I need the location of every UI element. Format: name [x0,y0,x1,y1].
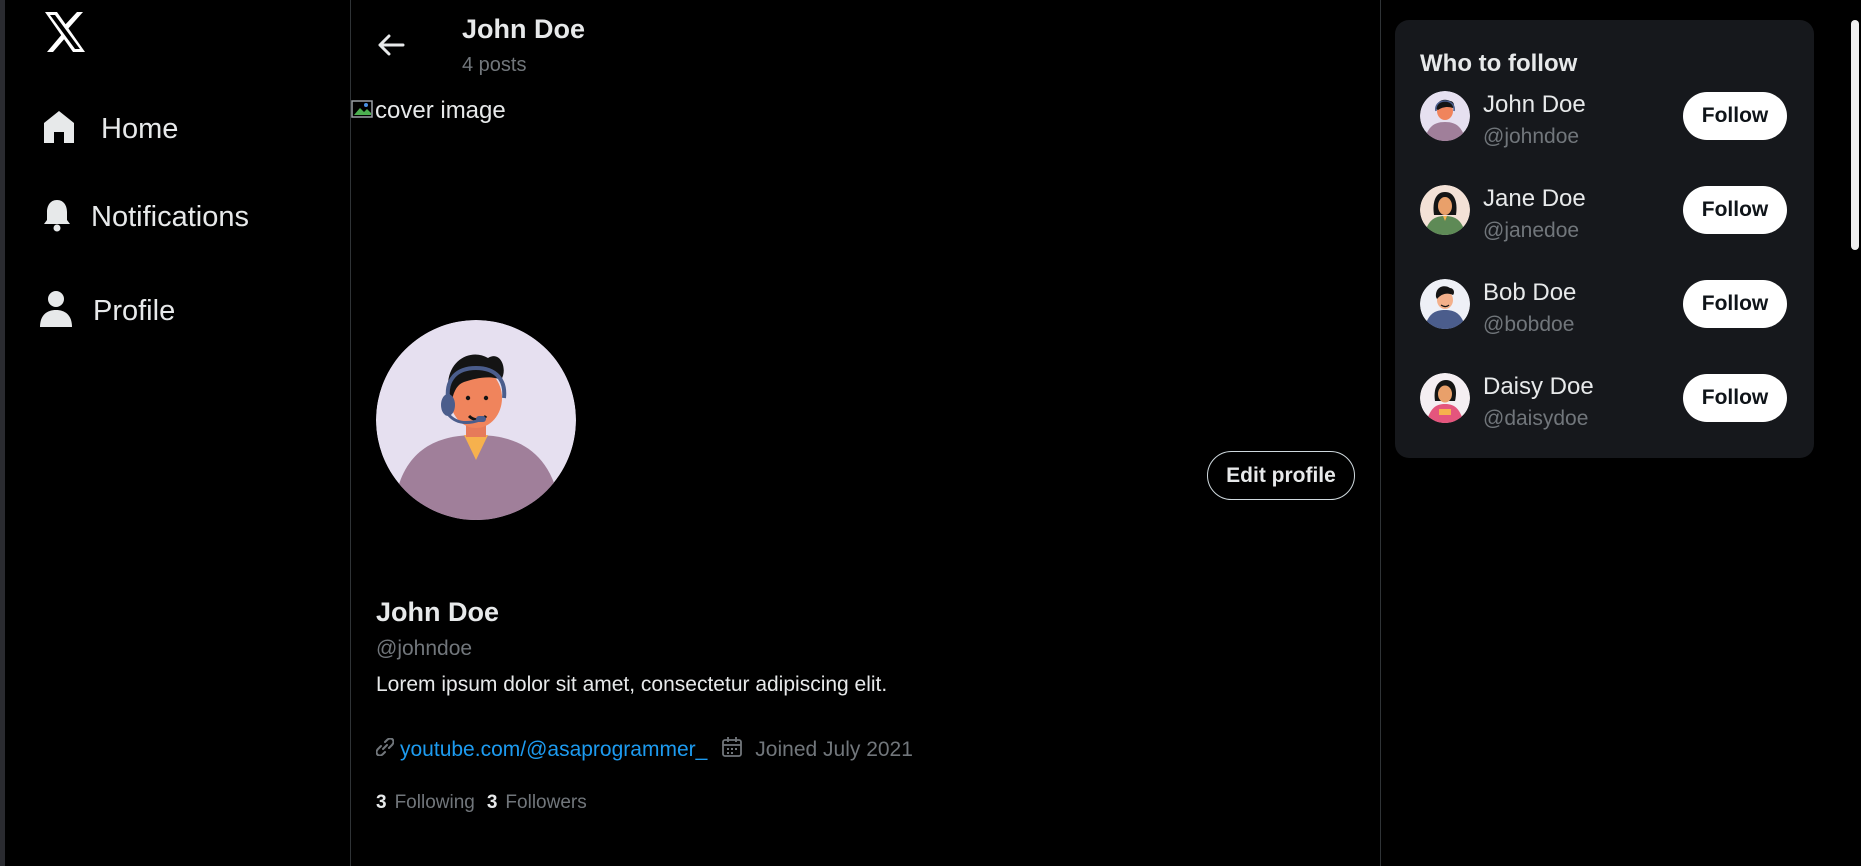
arrow-left-icon [375,34,407,64]
suggested-user-handle: @daisydoe [1483,407,1589,430]
back-button[interactable] [375,30,415,60]
home-icon [43,110,75,149]
sidebar-item-notifications[interactable]: Notifications [43,198,249,237]
link-icon [375,737,395,762]
followers-count: 3 [486,792,498,813]
header-title: John Doe [462,14,586,44]
follow-button[interactable]: Follow [1683,186,1787,234]
sidebar-item-home[interactable]: Home [43,110,178,149]
suggested-user-handle: @johndoe [1483,125,1580,148]
profile-main: John Doe 4 posts cover image Edit profil… [350,0,1381,866]
profile-handle: @johndoe [376,637,473,660]
avatar[interactable] [1420,279,1470,329]
bell-icon [43,198,71,237]
following-count: 3 [376,792,387,813]
list-item: Bob Doe @bobdoe Follow [1420,279,1790,339]
calendar-icon [721,736,743,764]
profile-stats: 3 Following 3 Followers [376,792,587,814]
scrollbar-thumb[interactable] [1851,20,1859,250]
post-count: 4 posts [462,54,527,76]
who-to-follow-panel: Who to follow John Doe @johndoe Follow J… [1395,20,1814,458]
suggested-user-name: Daisy Doe [1483,373,1594,400]
suggested-user-name: Jane Doe [1483,185,1586,212]
follow-button[interactable]: Follow [1683,92,1787,140]
followers-stat[interactable]: 3 Followers [487,792,587,814]
suggested-user-handle: @janedoe [1483,219,1580,242]
edit-profile-button[interactable]: Edit profile [1207,451,1355,500]
x-logo-icon[interactable] [42,9,88,55]
following-label: Following [394,792,475,813]
followers-label: Followers [505,792,587,813]
list-item: John Doe @johndoe Follow [1420,91,1790,151]
avatar[interactable] [1420,185,1470,235]
profile-meta: youtube.com/@asaprogrammer_ Joined July … [375,736,913,764]
sidebar-item-profile[interactable]: Profile [39,290,175,333]
broken-image: cover image [351,97,506,125]
broken-image-icon [351,98,373,125]
sidebar-item-label: Home [101,113,179,145]
sidebar-item-label: Notifications [91,201,249,233]
list-item: Jane Doe @janedoe Follow [1420,185,1790,245]
profile-website-link[interactable]: youtube.com/@asaprogrammer_ [400,738,707,762]
sidebar: Home Notifications Profile [5,0,350,866]
suggested-user-name: Bob Doe [1483,279,1577,306]
follow-button[interactable]: Follow [1683,374,1787,422]
follow-button[interactable]: Follow [1683,280,1787,328]
profile-name: John Doe [376,597,500,627]
avatar[interactable] [1420,91,1470,141]
user-icon [39,290,73,333]
joined-date: Joined July 2021 [755,738,913,761]
profile-bio: Lorem ipsum dolor sit amet, consectetur … [376,673,888,696]
cover-alt-text: cover image [375,97,506,124]
cover-image: cover image [351,97,1380,327]
list-item: Daisy Doe @daisydoe Follow [1420,373,1790,433]
following-stat[interactable]: 3 Following [376,792,475,814]
who-to-follow-title: Who to follow [1420,50,1578,77]
suggested-user-name: John Doe [1483,91,1586,118]
sidebar-item-label: Profile [93,295,176,327]
suggested-user-handle: @bobdoe [1483,313,1575,336]
avatar[interactable] [1420,373,1470,423]
profile-avatar [376,320,576,520]
